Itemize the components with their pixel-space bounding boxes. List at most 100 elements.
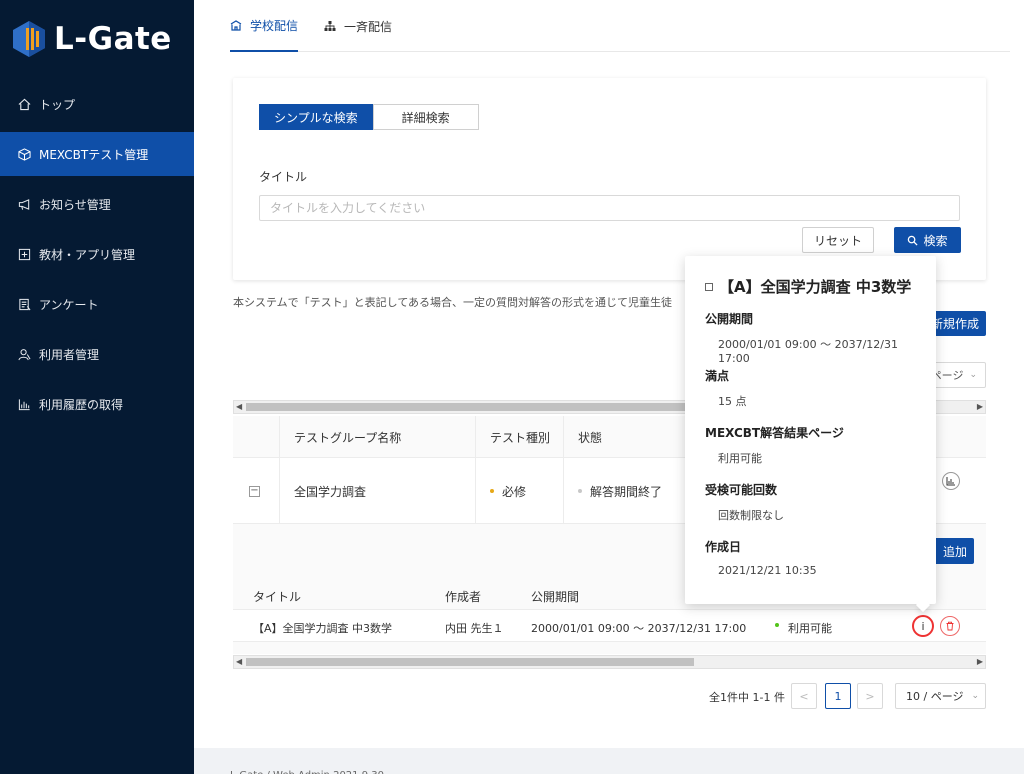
info-icon: i	[921, 619, 925, 633]
title-field-label: タイトル	[259, 170, 308, 184]
sub-cell-period: 2000/01/01 09:00 〜 2037/12/31 17:00	[531, 622, 747, 635]
popover-field-attempt-limit: 受検可能回数 回数制限なし	[705, 481, 916, 538]
available-dot	[775, 623, 779, 627]
reset-button[interactable]: リセット	[802, 227, 874, 253]
tab-label: 学校配信	[250, 18, 299, 33]
col-header-test-type: テスト種別	[475, 416, 563, 458]
scroll-left-icon[interactable]: ◀	[236, 657, 242, 666]
search-button[interactable]: 検索	[894, 227, 961, 253]
field-value: 2000/01/01 09:00 〜 2037/12/31 17:00	[718, 338, 898, 365]
test-info-popover: 【A】全国学力調査 中3数学 公開期間 2000/01/01 09:00 〜 2…	[685, 256, 936, 604]
sub-col-period: 公開期間	[531, 590, 580, 604]
title-search-input[interactable]	[259, 195, 960, 221]
pagination-summary: 全1件中 1-1 件	[709, 691, 785, 704]
sidebar-item-label: MEXCBTテスト管理	[39, 147, 149, 162]
logo-text: L-Gate	[54, 21, 172, 57]
trash-icon	[946, 621, 954, 631]
sidebar-item-top[interactable]: トップ	[0, 82, 194, 126]
home-icon	[18, 98, 31, 111]
logo-icon	[12, 20, 46, 58]
popover-title: 【A】全国学力調査 中3数学	[705, 276, 916, 297]
field-label: 満点	[705, 369, 730, 383]
search-button-label: 検索	[923, 233, 948, 248]
sub-cell-status: 利用可能	[788, 622, 832, 635]
add-test-button[interactable]: 追加	[932, 538, 974, 564]
scroll-right-icon[interactable]: ▶	[977, 657, 983, 666]
tab-bulk-delivery[interactable]: 一斉配信	[324, 0, 392, 52]
sidebar-item-materials[interactable]: 教材・アプリ管理	[0, 232, 194, 276]
simple-search-tab[interactable]: シンプルな検索	[259, 104, 373, 130]
checkbox-square-icon	[705, 282, 713, 291]
tab-bar: 学校配信 一斉配信	[230, 0, 1010, 52]
scroll-right-icon[interactable]: ▶	[977, 402, 983, 411]
sidebar-item-label: トップ	[39, 97, 76, 112]
popover-field-full-score: 満点 15 点	[705, 367, 916, 424]
hierarchy-icon	[324, 21, 336, 31]
sub-table-row[interactable]: 【A】全国学力調査 中3数学 内田 先生１ 2000/01/01 09:00 〜…	[233, 610, 986, 642]
prev-page-button[interactable]: <	[791, 683, 817, 709]
page-1-button[interactable]: 1	[825, 683, 851, 709]
info-button[interactable]: i	[912, 615, 934, 637]
footer: L-Gate / Web Admin 2021.9.30	[194, 748, 1024, 774]
sidebar-item-label: アンケート	[39, 297, 99, 312]
status-label: 解答期間終了	[590, 484, 663, 499]
popover-field-result-page: MEXCBT解答結果ページ 利用可能	[705, 424, 916, 481]
cell-test-type: 必修	[475, 458, 563, 524]
next-page-button[interactable]: >	[857, 683, 883, 709]
plus-square-icon	[18, 248, 31, 261]
survey-icon	[18, 298, 31, 311]
sidebar-item-label: 利用履歴の取得	[39, 397, 124, 412]
collapse-row-button[interactable]: −	[249, 485, 260, 497]
sidebar-item-survey[interactable]: アンケート	[0, 282, 194, 326]
delete-button[interactable]	[940, 616, 960, 636]
sub-col-author: 作成者	[445, 590, 482, 604]
sidebar-item-mexcbt[interactable]: MEXCBTテスト管理	[0, 132, 194, 176]
users-icon	[18, 348, 31, 361]
cell-status: 解答期間終了	[563, 458, 683, 524]
field-label: 公開期間	[705, 312, 754, 326]
popover-title-text: 【A】全国学力調査 中3数学	[719, 278, 912, 296]
ended-dot	[578, 489, 582, 493]
field-value: 利用可能	[718, 452, 762, 465]
detail-search-tab[interactable]: 詳細検索	[372, 104, 479, 130]
scroll-left-icon[interactable]: ◀	[236, 402, 242, 411]
field-value: 15 点	[718, 395, 747, 408]
tab-school-delivery[interactable]: 学校配信	[230, 0, 299, 52]
cube-icon	[18, 147, 31, 161]
sidebar-item-label: 利用者管理	[39, 347, 100, 362]
scrollbar-thumb[interactable]	[246, 658, 694, 666]
popover-field-period: 公開期間 2000/01/01 09:00 〜 2037/12/31 17:00	[705, 310, 916, 367]
popover-field-created-date: 作成日 2021/12/21 10:35	[705, 538, 916, 595]
bar-chart-icon	[946, 477, 955, 486]
scrollbar-thumb[interactable]	[246, 403, 689, 411]
chevron-down-icon: ⌄	[969, 370, 977, 380]
test-type-label: 必修	[502, 484, 527, 499]
sub-cell-title[interactable]: 【A】全国学力調査 中3数学	[253, 620, 392, 636]
sub-cell-author: 内田 先生１	[445, 622, 504, 635]
sidebar-item-label: 教材・アプリ管理	[39, 247, 136, 262]
sidebar-nav: トップ MEXCBTテスト管理 お知らせ管理 教材・アプリ管理 アンケート 利用…	[0, 82, 194, 432]
sidebar-item-news[interactable]: お知らせ管理	[0, 182, 194, 226]
chevron-down-icon: ⌄	[971, 691, 980, 701]
field-value: 2021/12/21 10:35	[718, 564, 817, 577]
horizontal-scrollbar-bottom[interactable]: ◀ ▶	[233, 655, 986, 669]
field-label: MEXCBT解答結果ページ	[705, 426, 844, 440]
bar-chart-icon	[18, 398, 31, 411]
page-size-select[interactable]: 10 / ページ ⌄	[895, 683, 986, 709]
search-icon	[908, 235, 919, 246]
page-size-label: 10 / ページ	[906, 690, 964, 703]
results-chart-button[interactable]	[942, 472, 960, 490]
megaphone-icon	[18, 198, 31, 211]
search-panel: シンプルな検索 詳細検索 タイトル リセット 検索	[233, 78, 986, 280]
field-label: 受検可能回数	[705, 483, 778, 497]
logo[interactable]: L-Gate	[12, 18, 172, 60]
sidebar-item-label: お知らせ管理	[39, 197, 111, 212]
col-header-status: 状態	[563, 416, 683, 458]
cell-group-name: 全国学力調査	[279, 458, 475, 524]
sidebar-item-history[interactable]: 利用履歴の取得	[0, 382, 194, 426]
col-header-group-name: テストグループ名称	[279, 416, 475, 458]
search-mode-toggle: シンプルな検索 詳細検索	[259, 104, 479, 130]
field-label: 作成日	[705, 540, 742, 554]
field-value: 回数制限なし	[718, 509, 784, 522]
sidebar-item-users[interactable]: 利用者管理	[0, 332, 194, 376]
